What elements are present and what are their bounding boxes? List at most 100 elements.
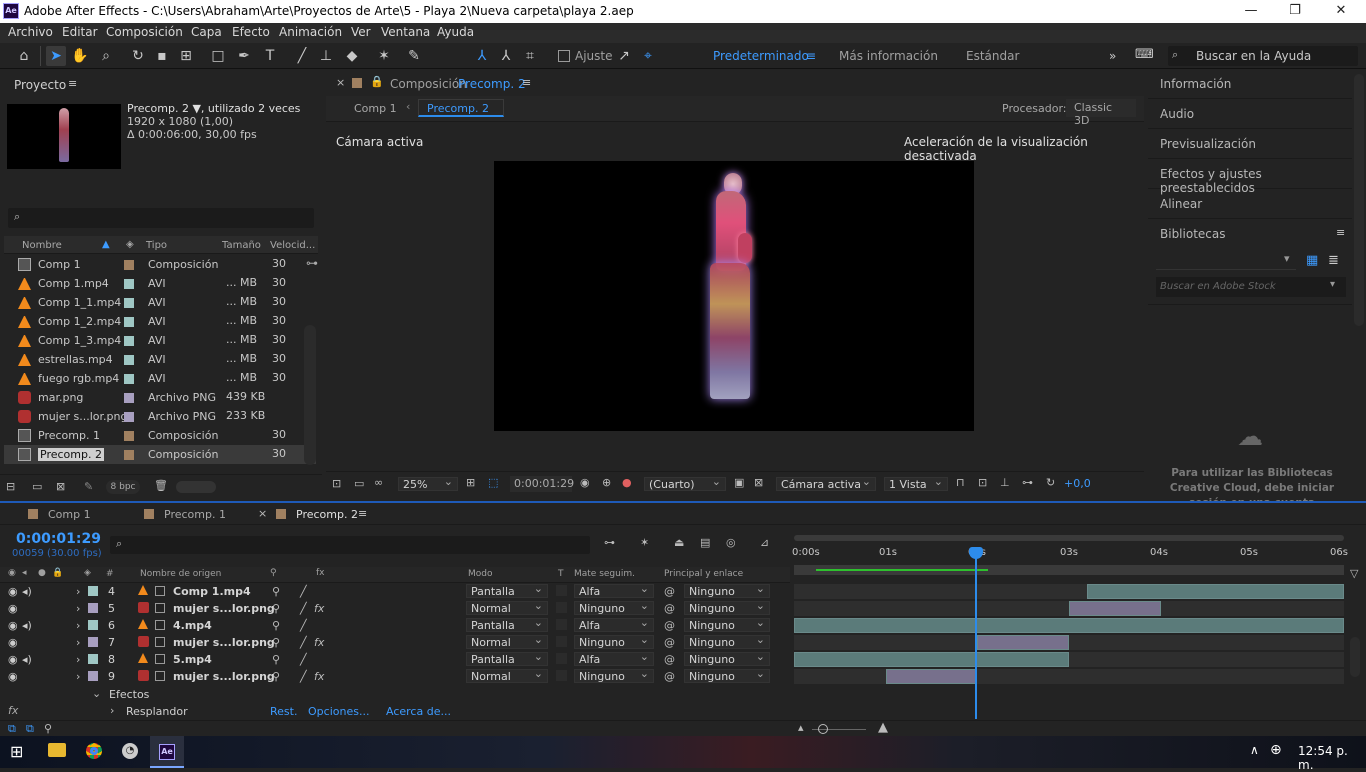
playhead[interactable] — [975, 547, 977, 719]
pick-whip-icon[interactable]: @ — [664, 602, 675, 615]
quality-switch-icon[interactable]: ╱ — [300, 636, 307, 649]
layer-mode-dropdown[interactable]: Normal — [466, 667, 548, 683]
layer-label-color[interactable] — [88, 620, 98, 630]
speaker-icon[interactable]: ◂) — [22, 585, 32, 598]
track-matte-dropdown[interactable]: Ninguno — [574, 633, 654, 649]
zoom-in-icon[interactable]: ▲ — [878, 720, 888, 735]
label-color-swatch[interactable] — [124, 450, 134, 460]
text-tool-icon[interactable]: T — [260, 46, 280, 66]
quality-switch-icon[interactable]: ╱ — [300, 619, 307, 632]
layer-mode-dropdown[interactable]: Pantalla — [466, 650, 548, 666]
libraries-panel-header[interactable]: Bibliotecas — [1148, 220, 1352, 249]
camera-tool-icon[interactable]: ▪ — [152, 46, 172, 66]
preserve-transparency-checkbox[interactable] — [556, 602, 567, 613]
menu-ventana[interactable]: Ventana — [381, 25, 430, 39]
shy-switch-icon[interactable]: ⚲ — [272, 585, 280, 598]
shy-column-icon[interactable]: ⚲ — [270, 568, 277, 578]
pen-tool-icon[interactable]: ✒ — [234, 46, 254, 66]
layer-label-color[interactable] — [88, 654, 98, 664]
file-explorer-icon[interactable] — [48, 743, 66, 757]
pick-whip-icon[interactable]: @ — [664, 636, 675, 649]
preserve-transparency-checkbox[interactable] — [556, 670, 567, 681]
windows-start-icon[interactable]: ⊞ — [10, 742, 23, 761]
flowchart-icon[interactable]: ⊶ — [1022, 476, 1033, 489]
project-item[interactable]: Comp 1_3.mp4 AVI ... MB 30 — [4, 331, 316, 350]
layer-mode-dropdown[interactable]: Pantalla — [466, 582, 548, 598]
eye-icon[interactable]: ◉ — [8, 653, 18, 666]
menu-composicion[interactable]: Composición — [106, 25, 183, 39]
pick-whip-icon[interactable]: @ — [664, 585, 675, 598]
quality-switch-icon[interactable]: ╱ — [300, 585, 307, 598]
column-type[interactable]: Tipo — [146, 240, 167, 251]
track-matte-dropdown[interactable]: Ninguno — [574, 667, 654, 683]
effect-reset-link[interactable]: Rest. — [270, 705, 297, 718]
column-source-name[interactable]: Nombre de origen — [140, 569, 221, 579]
lock-icon[interactable]: 🔒 — [370, 75, 384, 88]
project-item[interactable]: Comp 1_2.mp4 AVI ... MB 30 — [4, 312, 316, 331]
column-speed[interactable]: Velocid... — [270, 240, 315, 251]
chevron-right-icon[interactable]: › — [76, 653, 80, 666]
layer-duration-bar[interactable] — [977, 635, 1069, 650]
timeline-tab-comp-1[interactable]: Comp 1 — [48, 508, 91, 521]
label-color-swatch[interactable] — [124, 260, 134, 270]
grid-icon[interactable]: ⬚ — [488, 476, 498, 489]
speaker-icon[interactable]: ◂) — [22, 619, 32, 632]
timeline-search-input[interactable]: ⌕ — [110, 536, 590, 554]
maximize-button[interactable]: ❐ — [1272, 2, 1318, 22]
brush-tool-icon[interactable]: ╱ — [292, 46, 312, 66]
pick-whip-icon[interactable]: @ — [664, 670, 675, 683]
trash-icon[interactable]: 🗑 — [154, 479, 168, 492]
expand-time-icon[interactable]: ⚲ — [44, 722, 52, 735]
right-panel-scrollbar[interactable] — [1354, 74, 1364, 326]
layer-row[interactable]: ◉ › 9 mujer s...lor.png⚲ ╱ fx Normal Ninguno @ Ni… — [0, 667, 790, 685]
motion-blur-icon[interactable]: ◎ — [726, 536, 736, 549]
reset-exposure-icon[interactable]: ↻ — [1046, 476, 1055, 489]
views-dropdown[interactable]: 1 Vista — [884, 475, 948, 491]
help-search[interactable]: ⌕ Buscar en la Ayuda — [1168, 46, 1358, 66]
project-search-input[interactable]: ⌕ — [8, 208, 314, 228]
parent-dropdown[interactable]: Ninguno — [684, 650, 770, 666]
quality-switch-icon[interactable]: ╱ — [300, 670, 307, 683]
fx-column-icon[interactable]: fx — [316, 568, 325, 578]
close-tab-icon[interactable]: × — [336, 76, 345, 89]
zoom-tool-icon[interactable]: ⌕ — [96, 46, 116, 66]
exposure-value[interactable]: +0,0 — [1064, 477, 1091, 490]
parent-dropdown[interactable]: Ninguno — [684, 582, 770, 598]
project-item[interactable]: Comp 1_1.mp4 AVI ... MB 30 — [4, 293, 316, 312]
roto-brush-tool-icon[interactable]: ✶ — [374, 46, 394, 66]
frame-blending-icon[interactable]: ▤ — [700, 536, 710, 549]
video-switch-icon[interactable]: ◉ — [8, 568, 16, 578]
layer-row[interactable]: ◉ ◂) › 6 4.mp4 ⚲ ╱ Pantalla Alfa @ Ninguno — [0, 616, 790, 634]
workspace-learn[interactable]: Más información — [839, 49, 938, 63]
layer-duration-bar[interactable] — [1087, 584, 1344, 599]
timeline-icon[interactable]: ⊥ — [1000, 476, 1010, 489]
label-color-swatch[interactable] — [124, 317, 134, 327]
column-size[interactable]: Tamaño — [222, 240, 261, 251]
label-color-swatch[interactable] — [124, 279, 134, 289]
layer-duration-bar[interactable] — [794, 652, 1069, 667]
project-item[interactable]: mujer s...lor.png Archivo PNG 233 KB — [4, 407, 316, 426]
track-matte-dropdown[interactable]: Ninguno — [574, 599, 654, 615]
current-time-field[interactable]: 0:00:01:29 — [510, 476, 574, 492]
column-name[interactable]: Nombre — [22, 240, 62, 251]
layer-source-name[interactable]: Comp 1.mp4 — [173, 585, 251, 598]
hand-tool-icon[interactable]: ✋ — [70, 46, 90, 66]
chevron-right-icon[interactable]: › — [76, 619, 80, 632]
label-color-swatch[interactable] — [124, 393, 134, 403]
menu-editar[interactable]: Editar — [62, 25, 98, 39]
column-t[interactable]: T — [558, 569, 564, 579]
channel-icon[interactable]: ● — [622, 476, 632, 489]
adobe-stock-search[interactable]: Buscar en Adobe Stock ▾ — [1156, 277, 1346, 297]
layer-label-color[interactable] — [88, 586, 98, 596]
column-hash[interactable]: # — [106, 569, 114, 579]
fx-switch-icon[interactable]: fx — [314, 636, 324, 649]
speaker-icon[interactable]: ◂) — [22, 653, 32, 666]
panel-menu-icon[interactable]: ≡ — [522, 76, 531, 89]
menu-archivo[interactable]: Archivo — [8, 25, 53, 39]
draft-3d-icon[interactable]: ✶ — [640, 536, 649, 549]
label-color-swatch[interactable] — [124, 298, 134, 308]
shy-layers-icon[interactable]: ⏏ — [674, 536, 684, 549]
fast-previews-icon[interactable]: ⊡ — [978, 476, 987, 489]
eraser-tool-icon[interactable]: ◆ — [342, 46, 362, 66]
preview-panel-header[interactable]: Previsualización — [1148, 130, 1352, 159]
